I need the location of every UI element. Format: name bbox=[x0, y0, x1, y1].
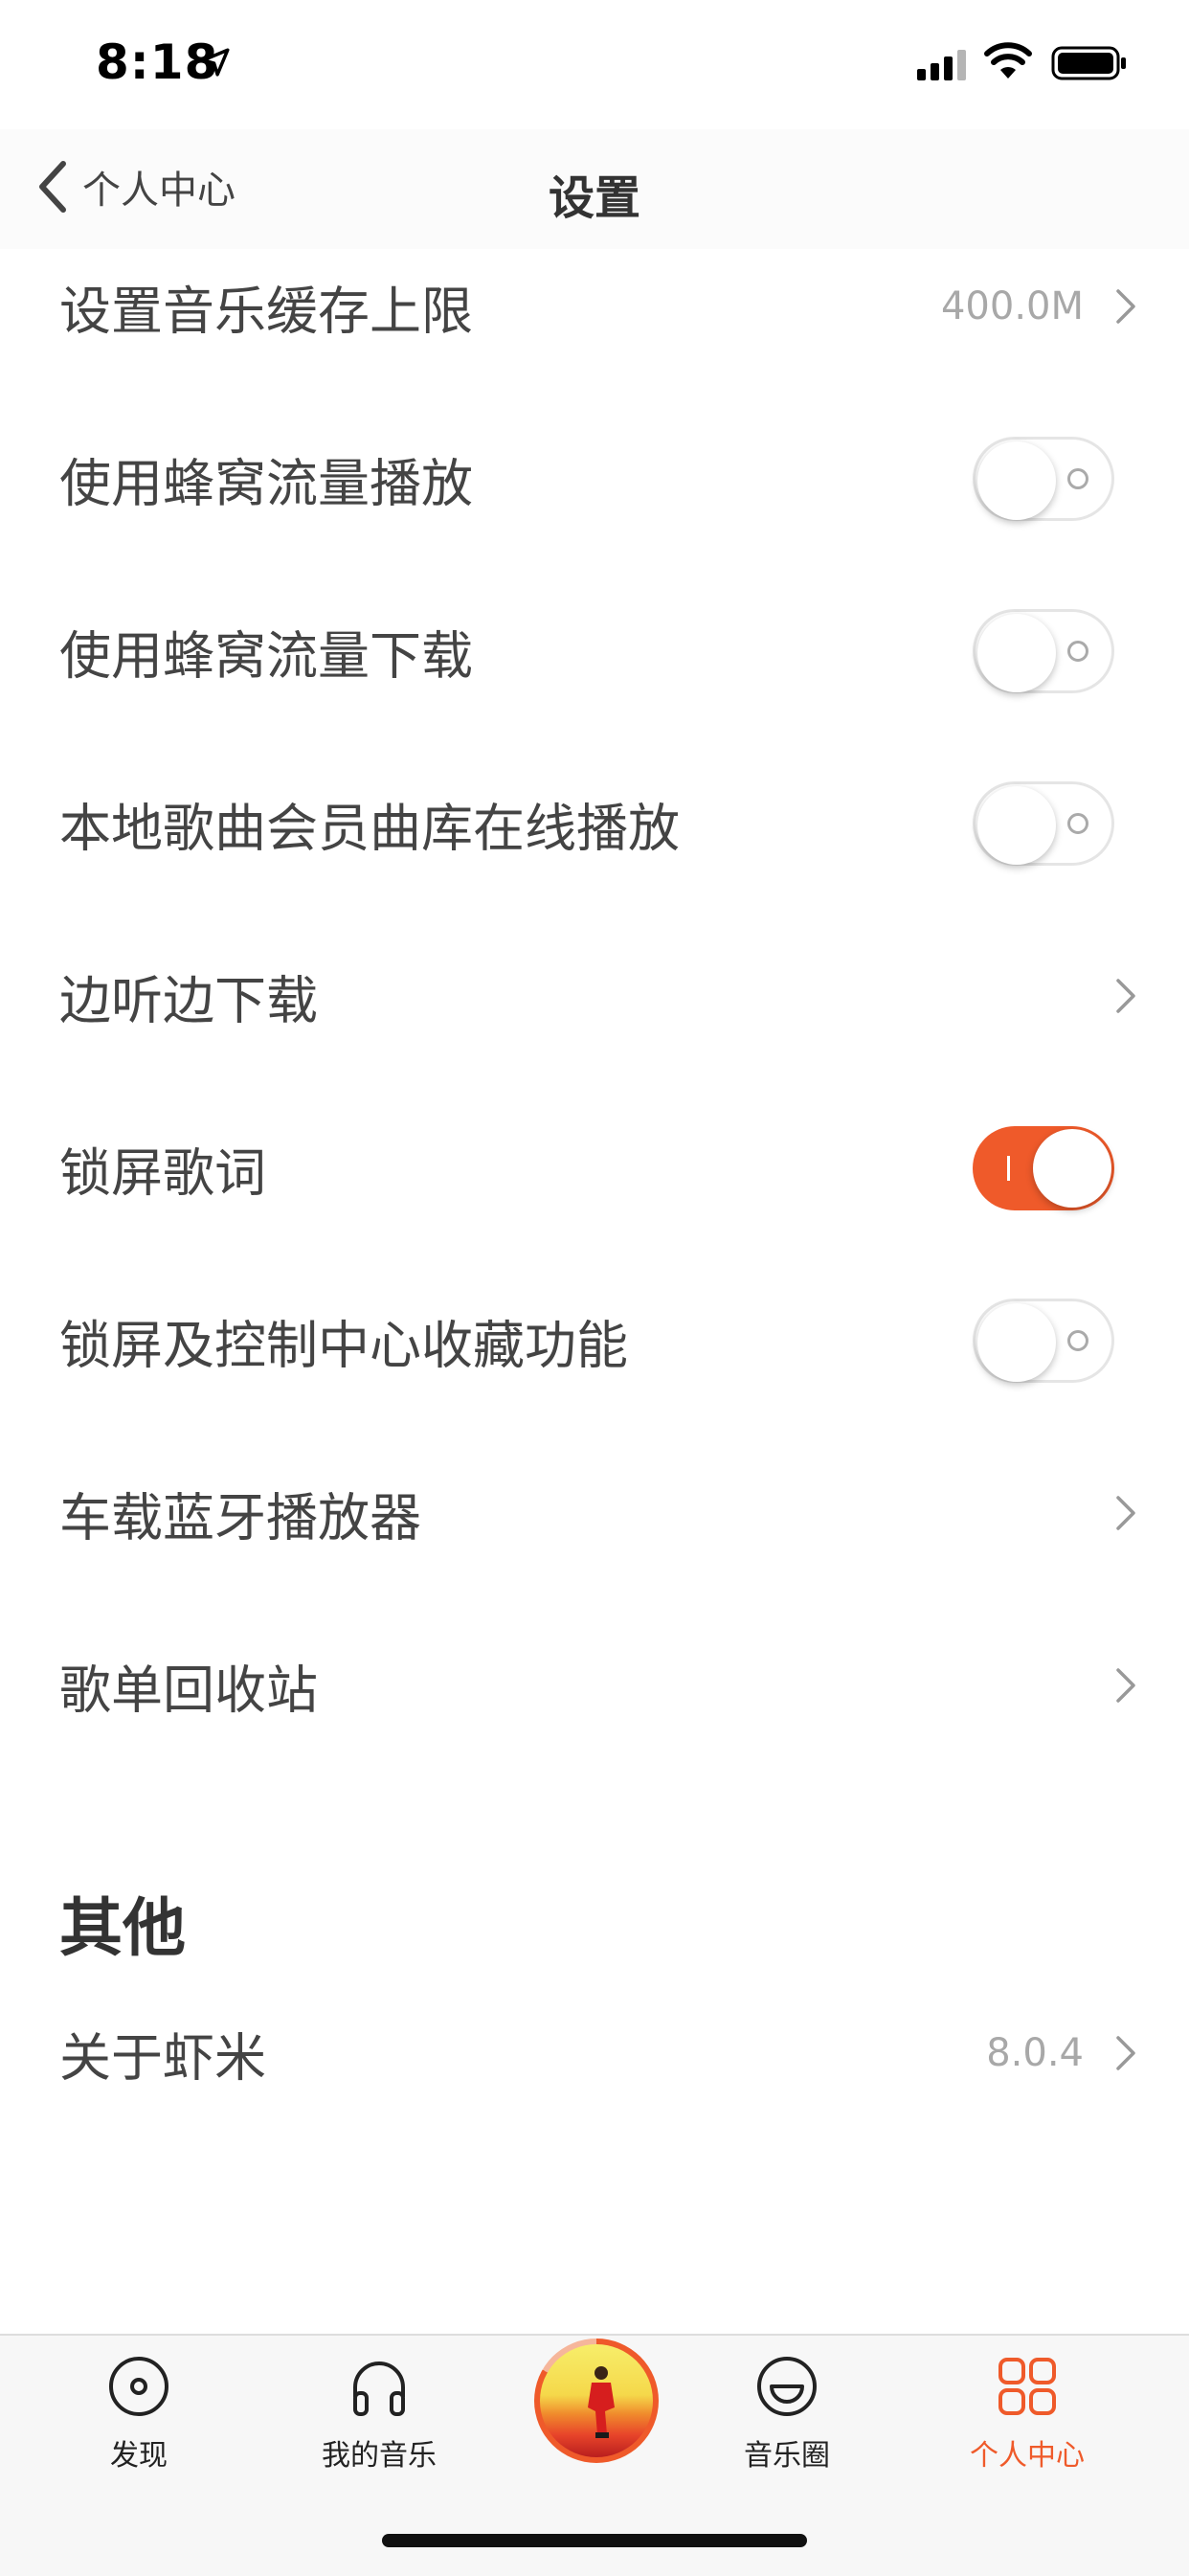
chevron-right-icon bbox=[1116, 1668, 1135, 1703]
home-indicator bbox=[382, 2534, 807, 2547]
chevron-right-icon bbox=[1116, 979, 1135, 1013]
location-arrow-icon bbox=[201, 48, 230, 77]
headphones-icon bbox=[353, 2361, 405, 2416]
setting-row-lockscreen-favorite: 锁屏及控制中心收藏功能 bbox=[0, 1254, 1189, 1427]
setting-label: 使用蜂窝流量播放 bbox=[59, 453, 473, 514]
grid-icon bbox=[998, 2358, 1056, 2415]
tab-music-circle[interactable]: 音乐圈 bbox=[691, 2355, 883, 2498]
setting-row-cache-limit[interactable]: 设置音乐缓存上限 400.0M bbox=[0, 220, 1189, 393]
setting-label: 锁屏歌词 bbox=[59, 1142, 266, 1204]
app-version: 8.0.4 bbox=[986, 2031, 1084, 2075]
section-title-other: 其他 bbox=[59, 1891, 186, 1965]
tab-label: 发现 bbox=[110, 2439, 168, 2473]
setting-row-playlist-trash[interactable]: 歌单回收站 bbox=[0, 1599, 1189, 1772]
toggle-off-indicator bbox=[1067, 1330, 1088, 1351]
cellular-signal-icon bbox=[917, 50, 966, 80]
setting-row-cellular-play: 使用蜂窝流量播放 bbox=[0, 393, 1189, 565]
page-title: 设置 bbox=[548, 171, 640, 225]
setting-label: 锁屏及控制中心收藏功能 bbox=[59, 1315, 628, 1376]
album-figure bbox=[588, 2366, 615, 2438]
setting-label: 本地歌曲会员曲库在线播放 bbox=[59, 798, 680, 859]
setting-row-listen-download[interactable]: 边听边下载 bbox=[0, 910, 1189, 1082]
toggle-knob bbox=[977, 786, 1056, 865]
member-library-toggle[interactable] bbox=[973, 781, 1114, 866]
tab-my-music[interactable]: 我的音乐 bbox=[283, 2355, 475, 2498]
setting-label: 边听边下载 bbox=[59, 970, 318, 1031]
setting-label: 设置音乐缓存上限 bbox=[59, 281, 473, 342]
battery-icon bbox=[1051, 46, 1126, 80]
smile-icon bbox=[757, 2357, 817, 2416]
toggle-off-indicator bbox=[1067, 813, 1088, 834]
chevron-right-icon bbox=[1116, 289, 1135, 324]
setting-label: 车载蓝牙播放器 bbox=[59, 1487, 421, 1548]
setting-row-car-bluetooth[interactable]: 车载蓝牙播放器 bbox=[0, 1427, 1189, 1599]
setting-value: 400.0M bbox=[940, 284, 1084, 328]
toggle-off-indicator bbox=[1067, 468, 1088, 489]
setting-row-member-library: 本地歌曲会员曲库在线播放 bbox=[0, 737, 1189, 910]
cellular-play-toggle[interactable] bbox=[973, 437, 1114, 521]
album-art bbox=[540, 2344, 653, 2457]
now-playing-button[interactable] bbox=[534, 2339, 659, 2463]
setting-row-lockscreen-lyrics: 锁屏歌词 bbox=[0, 1082, 1189, 1254]
toggle-knob bbox=[1033, 1129, 1111, 1208]
setting-label: 歌单回收站 bbox=[59, 1660, 318, 1721]
tab-profile[interactable]: 个人中心 bbox=[931, 2355, 1123, 2498]
toggle-knob bbox=[977, 1303, 1056, 1382]
status-bar: 8:18 bbox=[0, 0, 1189, 129]
lockscreen-favorite-toggle[interactable] bbox=[973, 1299, 1114, 1383]
toggle-knob bbox=[977, 614, 1056, 692]
wifi-icon bbox=[984, 42, 1032, 79]
tab-label: 音乐圈 bbox=[744, 2439, 830, 2473]
cellular-download-toggle[interactable] bbox=[973, 609, 1114, 693]
setting-label: 使用蜂窝流量下载 bbox=[59, 625, 473, 687]
tab-discover[interactable]: 发现 bbox=[43, 2355, 235, 2498]
setting-row-about[interactable]: 关于虾米 8.0.4 bbox=[0, 1967, 1189, 2139]
lockscreen-lyrics-toggle[interactable] bbox=[973, 1126, 1114, 1210]
setting-label: 关于虾米 bbox=[59, 2027, 266, 2089]
disc-icon bbox=[109, 2357, 168, 2416]
chevron-right-icon bbox=[1116, 1496, 1135, 1530]
chevron-right-icon bbox=[1116, 2036, 1135, 2070]
toggle-on-indicator bbox=[1007, 1156, 1010, 1181]
tab-label: 我的音乐 bbox=[322, 2439, 437, 2473]
tab-label: 个人中心 bbox=[970, 2439, 1085, 2473]
toggle-off-indicator bbox=[1067, 641, 1088, 662]
toggle-knob bbox=[977, 441, 1056, 520]
setting-row-cellular-download: 使用蜂窝流量下载 bbox=[0, 565, 1189, 737]
